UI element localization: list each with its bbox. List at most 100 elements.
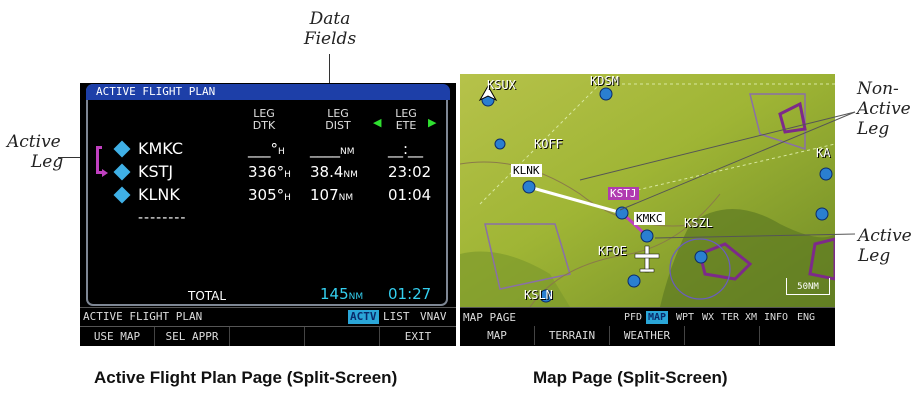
column-header-dtk: LEG DTK	[244, 108, 284, 132]
map-label-klnk[interactable]: KLNK	[511, 164, 542, 177]
total-row: TOTAL 145NM 01:27	[88, 284, 448, 306]
leg-dist-value: 107	[310, 186, 339, 204]
leg-dist-unit: NM	[338, 193, 354, 203]
column-header-line: ETE	[395, 119, 417, 132]
leg-dtk-unit: H	[278, 147, 285, 157]
leg-dist-unit: NM	[343, 170, 358, 180]
empty-waypoint-row[interactable]: --------	[138, 210, 186, 226]
leg-dist: ____NM	[310, 139, 355, 162]
blank-softkey[interactable]	[760, 326, 835, 345]
leg-dtk-value: 336°	[248, 163, 285, 181]
page-tab-vnav[interactable]: VNAV	[420, 308, 447, 326]
active-leg-callout-left: Active Leg	[7, 132, 63, 172]
map-label-kfoe[interactable]: KFOE	[598, 244, 627, 258]
page-tab-list[interactable]: LIST	[383, 308, 410, 326]
waypoint-diamond-icon	[113, 163, 131, 181]
callout-line: Active	[858, 226, 912, 246]
map-status-bar: MAP PAGE PFD MAP WPT WX TER XM INFO ENG	[460, 307, 835, 327]
column-header-line: DTK	[252, 119, 276, 132]
sel-appr-softkey[interactable]: SEL APPR	[155, 327, 230, 346]
fpl-softkey-bar: USE MAP SEL APPR EXIT	[80, 327, 456, 346]
page-tab-map[interactable]: MAP	[646, 311, 669, 324]
flight-plan-row[interactable]: KLNK 305°H 107NM 01:04	[88, 185, 448, 207]
blank-softkey[interactable]	[305, 327, 380, 346]
leg-dist-unit: NM	[340, 147, 355, 157]
leg-dtk-unit: H	[284, 170, 291, 180]
leg-dtk-value: 305°	[248, 186, 285, 204]
non-active-leg-callout: Non- Active Leg	[857, 79, 911, 139]
callout-line: Non-	[857, 79, 899, 99]
page-tab-actv[interactable]: ACTV	[348, 310, 379, 324]
active-flight-plan-screen: ACTIVE FLIGHT PLAN LEG DTK LEG DIST ◀ LE…	[80, 83, 456, 346]
column-header-dist: LEG DIST	[318, 108, 358, 132]
total-ete: 01:27	[388, 285, 432, 303]
map-page-screen: KSUX KDSM KOFF KLNK KSTJ KMKC KSZL KFOE …	[460, 74, 835, 346]
page-name: ACTIVE FLIGHT PLAN	[83, 310, 203, 323]
flight-plan-row[interactable]: KSTJ 336°H 38.4NM 23:02	[88, 162, 448, 184]
column-next-arrow-icon[interactable]: ▶	[428, 116, 436, 129]
map-range-scale[interactable]: 50NM	[786, 278, 830, 295]
page-tab-wx[interactable]: WX	[700, 311, 716, 324]
map-canvas	[460, 74, 835, 307]
flight-plan-row[interactable]: KMKC ___°H ____NM __:__	[88, 139, 448, 161]
data-fields-callout: Data Fields	[300, 9, 360, 49]
caption-fpl: Active Flight Plan Page (Split-Screen)	[94, 368, 398, 387]
callout-line: Leg	[31, 152, 64, 172]
map-label-ksux[interactable]: KSUX	[487, 78, 516, 92]
total-dist-value: 145	[320, 285, 349, 303]
waypoint-name: KMKC	[138, 139, 184, 158]
page-tab-ter[interactable]: TER	[719, 311, 741, 324]
page-tab-pfd[interactable]: PFD	[622, 311, 644, 324]
map-label-kdsm[interactable]: KDSM	[590, 74, 619, 88]
caption-map: Map Page (Split-Screen)	[533, 368, 728, 387]
total-label: TOTAL	[188, 289, 227, 303]
map-label-koff[interactable]: KOFF	[534, 137, 563, 151]
active-leg-callout-right: Active Leg	[858, 226, 912, 266]
leg-dtk-value: ___°	[248, 140, 278, 158]
column-header-ete: LEG ETE	[386, 108, 426, 132]
callout-line: Leg	[858, 246, 891, 266]
blank-softkey[interactable]	[685, 326, 760, 345]
total-dist-unit: NM	[348, 292, 364, 302]
exit-softkey[interactable]: EXIT	[380, 327, 456, 346]
weather-softkey[interactable]: WEATHER	[610, 326, 685, 345]
page-tab-wpt[interactable]: WPT	[674, 311, 696, 324]
map-label-ka[interactable]: KA	[816, 146, 830, 160]
callout-line: Active	[857, 99, 911, 119]
blank-softkey[interactable]	[230, 327, 305, 346]
callout-line: Active	[7, 132, 61, 152]
callout-line: Leg	[857, 119, 890, 139]
active-leg-arrow-icon	[102, 169, 108, 177]
column-header-line: DIST	[325, 119, 351, 132]
leg-dist: 38.4NM	[310, 162, 358, 185]
flight-plan-panel: ACTIVE FLIGHT PLAN LEG DTK LEG DIST ◀ LE…	[86, 84, 450, 306]
callout-line: Fields	[303, 29, 357, 49]
leg-dist-value: 38.4	[310, 163, 344, 181]
map-label-ksln[interactable]: KSLN	[524, 288, 553, 302]
map-label-kstj[interactable]: KSTJ	[608, 187, 639, 200]
moving-map[interactable]: KSUX KDSM KOFF KLNK KSTJ KMKC KSZL KFOE …	[460, 74, 835, 307]
leg-dtk: 305°H	[248, 185, 291, 208]
page-tab-xm[interactable]: XM	[743, 311, 759, 324]
map-label-kszl[interactable]: KSZL	[684, 216, 713, 230]
panel-title: ACTIVE FLIGHT PLAN	[86, 84, 450, 100]
leg-dist-value: ____	[310, 140, 340, 158]
waypoint-name: KSTJ	[138, 162, 174, 181]
leg-dtk: ___°H	[248, 139, 285, 162]
range-label: 50NM	[797, 282, 819, 292]
leg-ete: 01:04	[388, 186, 432, 204]
page-name: MAP PAGE	[463, 311, 516, 324]
map-softkey[interactable]: MAP	[460, 326, 535, 345]
leg-dist: 107NM	[310, 185, 353, 208]
leg-ete: __:__	[388, 140, 424, 158]
page-tab-info[interactable]: INFO	[762, 311, 790, 324]
waypoint-diamond-icon	[113, 140, 131, 158]
column-prev-arrow-icon[interactable]: ◀	[373, 116, 381, 129]
waypoint-diamond-icon	[113, 186, 131, 204]
page-tab-eng[interactable]: ENG	[795, 311, 817, 324]
map-label-kmkc[interactable]: KMKC	[634, 212, 665, 225]
waypoint-name: KLNK	[138, 185, 180, 204]
terrain-softkey[interactable]: TERRAIN	[535, 326, 610, 345]
use-map-softkey[interactable]: USE MAP	[80, 327, 155, 346]
leg-dtk: 336°H	[248, 162, 291, 185]
